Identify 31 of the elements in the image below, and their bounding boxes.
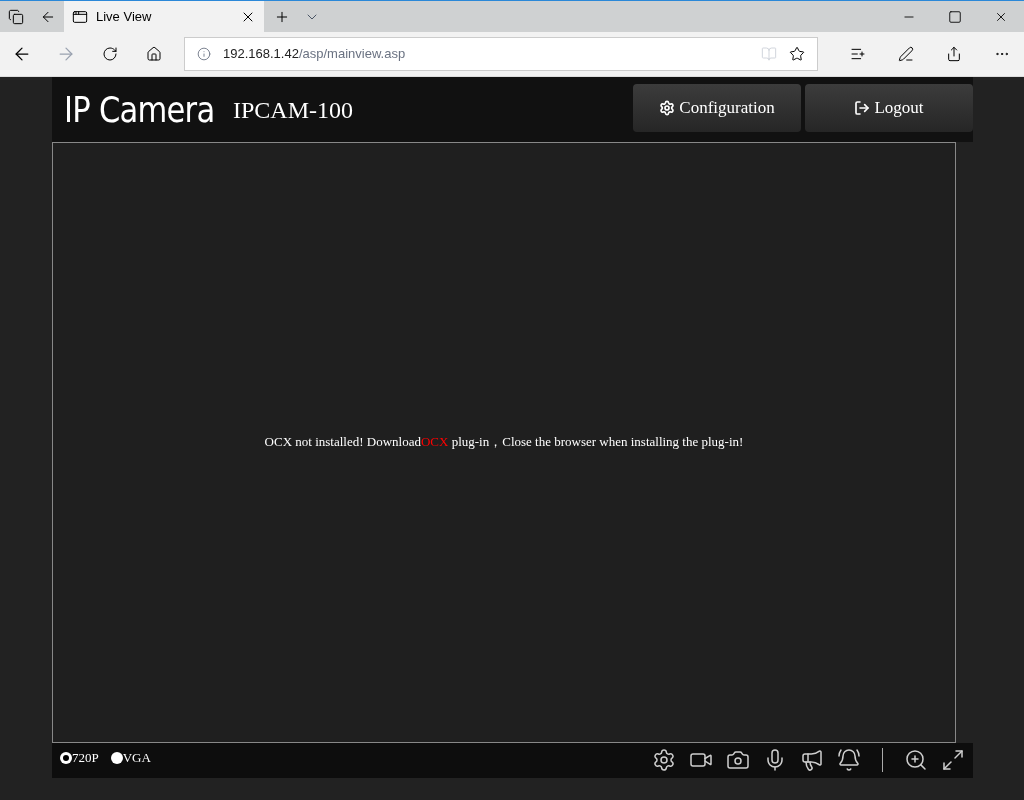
radio-label[interactable]: VGA (122, 748, 151, 768)
maximize-icon[interactable] (948, 9, 962, 24)
settings-icon[interactable] (652, 748, 676, 772)
logout-button[interactable]: Logout (805, 84, 973, 132)
camera-icon[interactable] (726, 748, 750, 772)
logo-text: IP Camera (64, 87, 215, 132)
share-icon[interactable] (946, 46, 962, 62)
tab-set-icon[interactable] (8, 8, 24, 25)
bell-icon[interactable] (837, 748, 861, 772)
pen-icon[interactable] (898, 46, 914, 62)
info-icon (197, 47, 211, 61)
refresh-icon[interactable] (102, 46, 118, 62)
star-icon[interactable] (789, 46, 805, 62)
url-text: 192.168.1.42/asp/mainview.asp (223, 45, 407, 64)
radio-label[interactable]: 720P (72, 748, 99, 768)
favorites-icon[interactable] (850, 46, 866, 62)
radio-button[interactable] (110, 751, 123, 764)
megaphone-icon[interactable] (800, 748, 824, 772)
page-icon (72, 8, 88, 25)
zoom-in-icon[interactable] (904, 748, 928, 772)
browser-tab[interactable]: Live View (64, 1, 264, 32)
gear-icon[interactable] (659, 100, 676, 116)
radio-button[interactable] (60, 751, 72, 764)
configuration-button[interactable]: Configuration (633, 84, 801, 132)
home-icon[interactable] (146, 46, 162, 62)
logout-icon[interactable] (854, 100, 871, 116)
model-name: IPCAM-100 (232, 95, 353, 125)
plugin-message: OCX not installed! DownloadOCX plug-in，Close the browser when installing the plug-in! (264, 432, 744, 451)
address-bar[interactable]: 192.168.1.42/asp/mainview.asp (184, 37, 818, 71)
download-link[interactable]: OCX (420, 433, 449, 449)
fullscreen-icon[interactable] (941, 748, 965, 772)
